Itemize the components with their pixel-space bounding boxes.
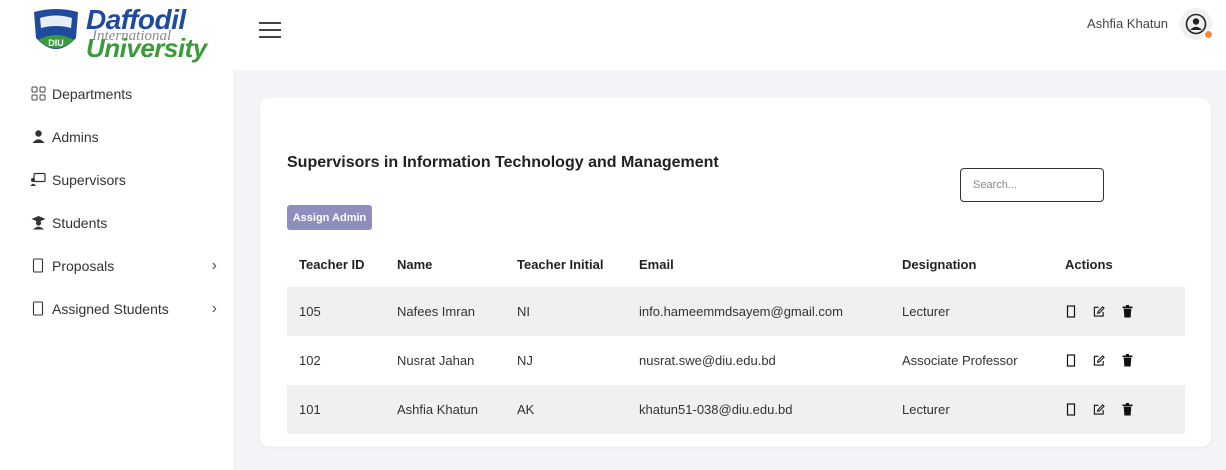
svg-text:DIU: DIU [48,38,64,48]
sidebar-item-label: Supervisors [52,171,126,188]
column-header-email[interactable]: Email [627,241,890,287]
delete-icon[interactable] [1121,403,1133,416]
sidebar-item-assigned-students[interactable]: Assigned Students › [0,287,233,330]
grid-icon [30,86,46,102]
cell-designation: Lecturer [890,385,1053,434]
university-logo[interactable]: DIU Daffodil International University [28,4,218,64]
assign-admin-button[interactable]: Assign Admin [287,205,372,230]
chevron-right-icon[interactable]: › [212,257,217,275]
avatar[interactable] [1180,8,1213,40]
table-row: 105 Nafees Imran NI info.hameemmdsayem@g… [287,287,1185,336]
cell-teacher-initial: NJ [505,336,627,385]
graduate-icon [30,215,46,231]
user-icon [30,129,46,145]
logo-text-university: University [86,33,207,63]
supervisors-card: Supervisors in Information Technology an… [260,98,1211,447]
document-icon [30,301,46,317]
view-icon[interactable] [1065,403,1077,416]
sidebar-item-admins[interactable]: Admins [0,115,233,158]
column-header-designation[interactable]: Designation [890,241,1053,287]
supervisors-table: Teacher ID Name Teacher Initial Email De… [287,241,1185,434]
sidebar-item-label: Students [52,214,108,231]
sidebar-item-supervisors[interactable]: Supervisors [0,158,233,201]
column-header-name[interactable]: Name [385,241,505,287]
sidebar-item-label: Assigned Students [52,300,169,317]
presentation-icon [30,172,46,188]
sidebar-item-label: Departments [52,85,133,102]
cell-name: Nusrat Jahan [385,336,505,385]
cell-actions [1053,287,1185,336]
edit-icon[interactable] [1093,404,1105,416]
cell-teacher-id: 101 [287,385,385,434]
hamburger-menu-icon[interactable] [259,22,281,42]
view-icon[interactable] [1065,305,1077,318]
cell-actions [1053,336,1185,385]
user-name[interactable]: Ashfia Khatun [1087,16,1168,31]
cell-name: Nafees Imran [385,287,505,336]
sidebar-item-label: Proposals [52,257,115,274]
table-row: 102 Nusrat Jahan NJ nusrat.swe@diu.edu.b… [287,336,1185,385]
cell-name: Ashfia Khatun [385,385,505,434]
cell-email: nusrat.swe@diu.edu.bd [627,336,890,385]
cell-designation: Associate Professor [890,336,1053,385]
sidebar-nav: Departments Admins Supervisors Students … [0,72,233,330]
cell-teacher-initial: AK [505,385,627,434]
cell-actions [1053,385,1185,434]
main-content: Supervisors in Information Technology an… [233,70,1226,470]
cell-teacher-initial: NI [505,287,627,336]
delete-icon[interactable] [1121,354,1133,367]
column-header-actions: Actions [1053,241,1185,287]
cell-email: info.hameemmdsayem@gmail.com [627,287,890,336]
page-title: Supervisors in Information Technology an… [287,154,719,171]
university-emblem-icon: DIU [34,9,78,49]
edit-icon[interactable] [1093,355,1105,367]
chevron-right-icon[interactable]: › [212,300,217,318]
sidebar-item-label: Admins [52,128,99,145]
search-input[interactable] [960,168,1104,202]
edit-icon[interactable] [1093,306,1105,318]
delete-icon[interactable] [1121,305,1133,318]
status-indicator [1204,30,1213,39]
cell-teacher-id: 102 [287,336,385,385]
sidebar-item-departments[interactable]: Departments [0,72,233,115]
view-icon[interactable] [1065,354,1077,367]
sidebar-item-proposals[interactable]: Proposals › [0,244,233,287]
cell-email: khatun51-038@diu.edu.bd [627,385,890,434]
cell-teacher-id: 105 [287,287,385,336]
column-header-teacher-initial[interactable]: Teacher Initial [505,241,627,287]
table-header-row: Teacher ID Name Teacher Initial Email De… [287,241,1185,287]
document-icon [30,258,46,274]
cell-designation: Lecturer [890,287,1053,336]
table-row: 101 Ashfia Khatun AK khatun51-038@diu.ed… [287,385,1185,434]
sidebar-item-students[interactable]: Students [0,201,233,244]
sidebar: DIU Daffodil International University De… [0,0,233,470]
column-header-teacher-id[interactable]: Teacher ID [287,241,385,287]
top-bar: Ashfia Khatun [233,0,1226,70]
